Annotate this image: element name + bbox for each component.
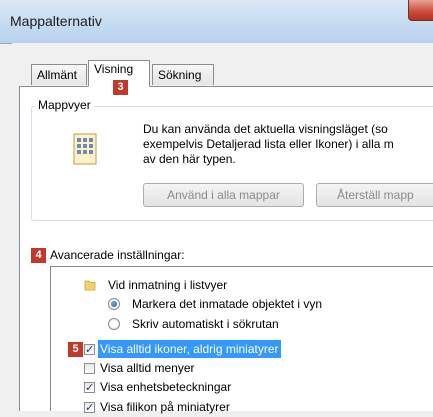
- apply-to-all-folders-button[interactable]: Använd i alla mappar: [143, 183, 304, 207]
- radio-button[interactable]: [108, 318, 120, 330]
- window-title: Mappalternativ: [10, 13, 102, 29]
- list-item-label: Skriv automatiskt i sökrutan: [132, 317, 279, 331]
- badge-3: 3: [113, 80, 128, 95]
- description-line: Du kan använda det aktuella visningsläge…: [143, 122, 388, 136]
- folder-views-legend: Mappvyer: [35, 98, 94, 112]
- checkbox[interactable]: [84, 379, 95, 397]
- checkbox[interactable]: [84, 341, 95, 359]
- folder-view-icon: [73, 133, 97, 165]
- tab-allmant[interactable]: Allmänt: [31, 64, 87, 85]
- tab-label: Allmänt: [37, 68, 78, 82]
- list-item-label: Visa filikon på miniatyrer: [100, 400, 230, 414]
- tab-label: Sökning: [158, 68, 202, 82]
- radio-button[interactable]: [108, 298, 120, 310]
- badge-4: 4: [31, 248, 46, 263]
- list-item-label: Vid inmatning i listvyer: [108, 278, 228, 292]
- list-item-label: Markera det inmatade objektet i vyn: [132, 297, 323, 311]
- folder-views-description: Du kan använda det aktuella visningsläge…: [143, 122, 433, 167]
- description-line: exempelvis Detaljerad lista eller Ikoner…: [143, 137, 394, 151]
- advanced-settings-label: Avancerade inställningar:: [50, 248, 185, 262]
- checkbox[interactable]: [84, 363, 95, 374]
- folder-icon: [84, 280, 96, 291]
- badge-5: 5: [68, 342, 83, 357]
- title-bar: Mappalternativ: [0, 0, 433, 44]
- close-button[interactable]: [408, 0, 433, 21]
- reset-folders-button[interactable]: Återställ mapp: [316, 183, 433, 207]
- description-line: av den här typen.: [143, 152, 236, 166]
- list-item-label: Visa enhetsbeteckningar: [100, 380, 232, 394]
- tab-sokning[interactable]: Sökning: [152, 64, 214, 85]
- checkbox[interactable]: [84, 399, 95, 417]
- tab-label: Visning: [94, 62, 134, 76]
- list-item-label-selected: Visa alltid ikoner, aldrig miniatyrer: [98, 340, 281, 358]
- list-item-label: Visa alltid menyer: [100, 361, 195, 375]
